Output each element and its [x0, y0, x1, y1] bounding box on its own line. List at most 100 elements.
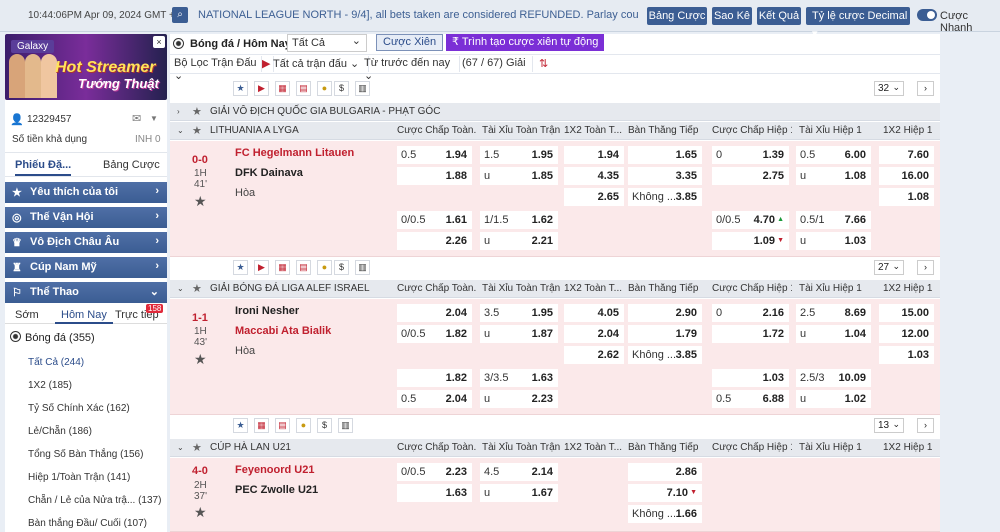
play-icon[interactable]: ▶: [254, 81, 269, 96]
chart-icon[interactable]: ▤: [296, 260, 311, 275]
chevron-down-icon[interactable]: ⌄: [177, 284, 184, 293]
chevron-right-icon[interactable]: ›: [917, 418, 934, 433]
chevron-down-icon[interactable]: ▼: [150, 114, 158, 123]
odds-cell[interactable]: Không ... 1.66: [628, 505, 702, 523]
sport-soccer[interactable]: Bóng đá (355): [10, 331, 95, 344]
odds-cell[interactable]: u 1.02: [796, 390, 871, 408]
odds-cell[interactable]: 2.04: [397, 304, 472, 322]
star-icon[interactable]: ★: [192, 282, 202, 295]
more-markets-count[interactable]: 27: [874, 260, 904, 275]
odds-cell[interactable]: 1.5 1.95: [480, 146, 558, 164]
sidebar-item-favorites[interactable]: ★ Yêu thích của tôi ›: [5, 182, 167, 203]
odds-cell[interactable]: u 2.21: [480, 232, 558, 250]
odds-cell[interactable]: 0/0.5 4.70 ▲: [712, 211, 789, 229]
market-select[interactable]: Tất Cả: [287, 34, 367, 52]
odds-cell[interactable]: 0.5 6.88: [712, 390, 789, 408]
odds-cell[interactable]: 0/0.5 2.23: [397, 463, 472, 481]
odds-cell[interactable]: 1.03: [712, 369, 789, 387]
coin-icon[interactable]: ●: [317, 81, 332, 96]
mail-icon[interactable]: ✉: [132, 112, 141, 125]
star-icon[interactable]: ★: [192, 105, 202, 118]
odds-cell[interactable]: 1.94: [564, 146, 624, 164]
odds-format-dropdown[interactable]: Tỷ lệ cược Decimal ▾: [806, 7, 910, 40]
tab-bet-list[interactable]: Bảng Cược: [103, 159, 160, 171]
chevron-down-icon[interactable]: ⌄: [177, 443, 184, 452]
close-icon[interactable]: ×: [153, 36, 165, 48]
odds-cell[interactable]: 2.26: [397, 232, 472, 250]
menu-item-ht-ft[interactable]: Hiệp 1/Toàn Trận (141): [28, 472, 130, 483]
odds-cell[interactable]: u 1.08: [796, 167, 871, 185]
chart-icon[interactable]: ▤: [296, 81, 311, 96]
chart-icon[interactable]: ▤: [275, 418, 290, 433]
odds-cell[interactable]: 0/0.5 1.82: [397, 325, 472, 343]
dollar-icon[interactable]: $: [334, 260, 349, 275]
odds-cell[interactable]: 1/1.5 1.62: [480, 211, 558, 229]
sidebar-item-sports[interactable]: ⚐ Thể Thao ⌄: [5, 282, 167, 303]
sort-icon[interactable]: ⇅: [535, 56, 559, 72]
star-icon[interactable]: ★: [194, 193, 207, 210]
play-icon[interactable]: ▶: [254, 260, 269, 275]
league-header[interactable]: › ★ GIẢI VÔ ĐỊCH QUỐC GIA BULGARIA - PHẠ…: [170, 103, 940, 121]
dollar-icon[interactable]: $: [317, 418, 332, 433]
odds-cell[interactable]: 1.82: [397, 369, 472, 387]
odds-cell[interactable]: 7.60: [879, 146, 934, 164]
menu-item-all[interactable]: Tất Cả (244): [28, 357, 84, 368]
tab-early[interactable]: Sớm: [15, 309, 39, 321]
odds-cell[interactable]: 1.63: [397, 484, 472, 502]
more-markets-count[interactable]: 32: [874, 81, 904, 96]
odds-cell[interactable]: 0 1.39: [712, 146, 789, 164]
parlay-builder-button[interactable]: ₹ Trình tạo cược xiên tự động: [446, 34, 605, 51]
league-header[interactable]: ⌄ ★ CÚP HÀ LAN U21 Cược Chấp Toàn... Tài…: [170, 439, 940, 457]
odds-cell[interactable]: 1.03: [879, 346, 934, 364]
odds-cell[interactable]: 15.00: [879, 304, 934, 322]
chevron-right-icon[interactable]: ›: [177, 107, 180, 116]
menu-item-total-goals[interactable]: Tổng Số Bàn Thắng (156): [28, 449, 143, 460]
sidebar-item-olympics[interactable]: ◎ Thế Vận Hội ›: [5, 207, 167, 228]
bars-icon[interactable]: ▥: [355, 260, 370, 275]
odds-cell[interactable]: 2.65: [564, 188, 624, 206]
sidebar-item-euro[interactable]: ♛ Vô Địch Châu Âu ›: [5, 232, 167, 253]
stats-icon[interactable]: ▦: [275, 260, 290, 275]
statement-button[interactable]: Sao Kê: [712, 7, 752, 25]
coin-icon[interactable]: ●: [296, 418, 311, 433]
league-count[interactable]: (67 / 67) Giải: [458, 56, 533, 72]
chevron-right-icon[interactable]: ›: [917, 81, 934, 96]
odds-cell[interactable]: 3/3.5 1.63: [480, 369, 558, 387]
chevron-down-icon[interactable]: ⌄: [177, 126, 184, 135]
odds-cell[interactable]: 2.5 8.69: [796, 304, 871, 322]
menu-item-half-odd-even[interactable]: Chẵn / Lẻ của Nửa trậ... (137): [28, 495, 161, 506]
odds-cell[interactable]: u 2.23: [480, 390, 558, 408]
league-header[interactable]: ⌄ ★ LITHUANIA A LYGA Cược Chấp Toàn... T…: [170, 122, 940, 140]
odds-cell[interactable]: 3.35: [628, 167, 702, 185]
star-icon[interactable]: ★: [194, 351, 207, 368]
star-icon[interactable]: ★: [192, 441, 202, 454]
sidebar-item-copa[interactable]: ♜ Cúp Nam Mỹ ›: [5, 257, 167, 278]
chevron-right-icon[interactable]: ›: [917, 260, 934, 275]
odds-cell[interactable]: 0.5 2.04: [397, 390, 472, 408]
more-markets-count[interactable]: 13: [874, 418, 904, 433]
odds-cell[interactable]: 4.35: [564, 167, 624, 185]
bet-list-button[interactable]: Bảng Cược: [647, 7, 707, 25]
odds-cell[interactable]: 4.5 2.14: [480, 463, 558, 481]
odds-cell[interactable]: 1.88: [397, 167, 472, 185]
results-button[interactable]: Kết Quả: [757, 7, 801, 25]
quick-bet-toggle[interactable]: [917, 9, 937, 21]
odds-cell[interactable]: Không ... 3.85: [628, 346, 702, 364]
odds-cell[interactable]: 2.75: [712, 167, 789, 185]
star-icon[interactable]: ★: [233, 81, 248, 96]
odds-cell[interactable]: 1.72: [712, 325, 789, 343]
all-matches-filter[interactable]: Tất cả trận đấu ⌄: [269, 56, 369, 72]
menu-item-odd-even[interactable]: Lẻ/Chẵn (186): [28, 426, 92, 437]
odds-cell[interactable]: 1.09 ▼: [712, 232, 789, 250]
odds-cell[interactable]: 2.62: [564, 346, 624, 364]
odds-cell[interactable]: u 1.85: [480, 167, 558, 185]
stats-icon[interactable]: ▦: [254, 418, 269, 433]
odds-cell[interactable]: u 1.67: [480, 484, 558, 502]
odds-cell[interactable]: 0 2.16: [712, 304, 789, 322]
tab-today[interactable]: Hôm Nay: [55, 309, 113, 324]
odds-cell[interactable]: 1.79: [628, 325, 702, 343]
odds-cell[interactable]: u 1.04: [796, 325, 871, 343]
odds-cell[interactable]: 2.90: [628, 304, 702, 322]
odds-cell[interactable]: 1.08: [879, 188, 934, 206]
promo-banner[interactable]: Galaxy Hot Streamer Tướng Thuật ×: [5, 34, 167, 100]
